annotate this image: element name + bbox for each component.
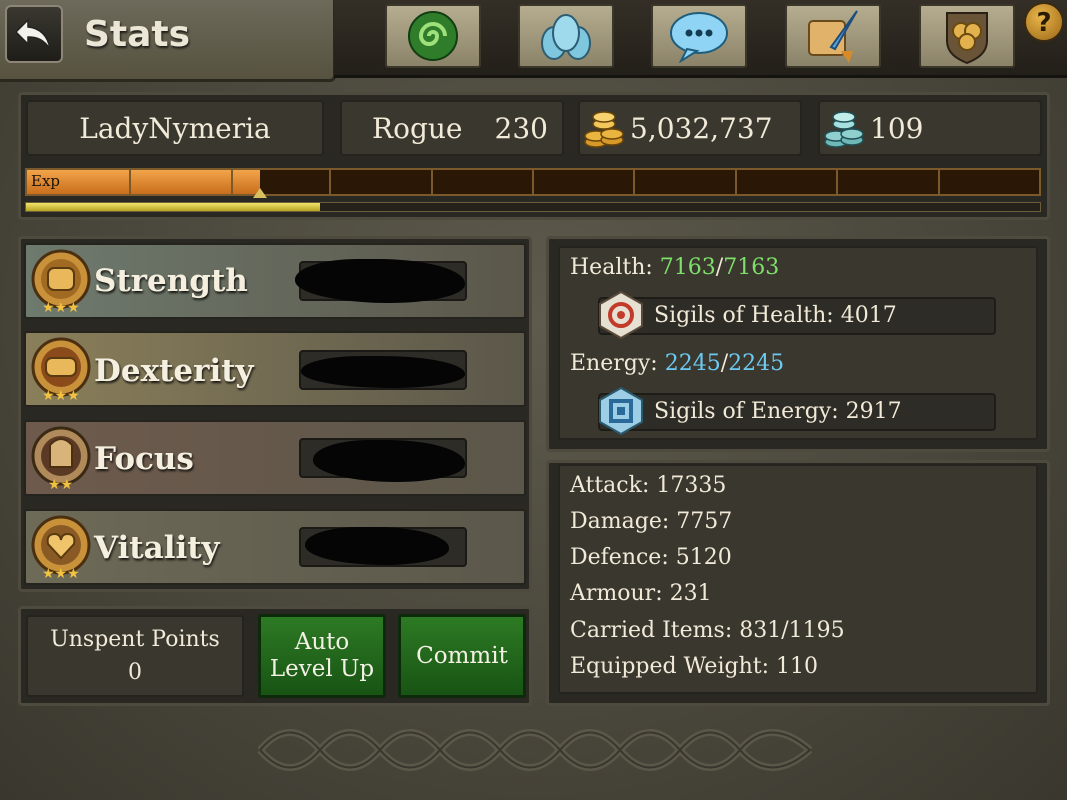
tab-quests[interactable]	[785, 4, 881, 68]
help-button[interactable]: ?	[1024, 2, 1064, 42]
tab-guild[interactable]	[518, 4, 614, 68]
exp-divider	[231, 170, 233, 194]
sigil-of-health-icon	[596, 290, 646, 340]
character-name: LadyNymeria	[79, 111, 271, 145]
energy-max: 2245	[728, 351, 785, 376]
tab-chat[interactable]	[651, 4, 747, 68]
character-name-box: LadyNymeria	[26, 100, 324, 156]
stat-defence: Defence: 5120	[570, 545, 732, 570]
question-mark-icon: ?	[1036, 8, 1052, 38]
health-label: Health:	[570, 255, 653, 280]
strength-fist-icon: ★★★	[26, 246, 96, 316]
platinum-coins-icon	[824, 111, 864, 148]
tab-swirl[interactable]	[385, 4, 481, 68]
gold-coins-icon	[584, 111, 624, 148]
commit-button[interactable]: Commit	[398, 614, 526, 698]
unspent-points-box: Unspent Points 0	[26, 615, 244, 697]
back-button[interactable]	[5, 5, 63, 63]
exp-divider	[129, 170, 131, 194]
character-class: Rogue	[372, 111, 463, 145]
sigils-of-energy-text: Sigils of Energy: 2917	[654, 399, 902, 424]
attribute-value-vitality	[299, 527, 467, 567]
exp-label: Exp	[31, 172, 61, 190]
unspent-points-value: 0	[128, 660, 142, 685]
dexterity-fist-icon: ★★★	[26, 334, 96, 404]
celtic-knot-decoration	[257, 729, 813, 771]
vitality-heart-icon: ★★★	[26, 512, 96, 582]
unspent-points-label: Unspent Points	[50, 627, 220, 652]
platinum-box: 109	[818, 100, 1042, 156]
attribute-label-dexterity: Dexterity	[94, 353, 254, 389]
stat-carried-items: Carried Items: 831/1195	[570, 618, 845, 643]
attribute-value-dexterity	[299, 350, 467, 390]
swirl-icon	[408, 11, 458, 61]
gold-box: 5,032,737	[578, 100, 802, 156]
exp-bar-fill	[27, 170, 260, 194]
auto-level-up-line1: Auto	[294, 629, 350, 655]
health-current: 7163	[659, 255, 716, 280]
redaction-mark	[305, 527, 449, 565]
attribute-label-focus: Focus	[94, 441, 194, 477]
class-level-box: Rogue 230	[340, 100, 564, 156]
attribute-value-strength	[295, 259, 467, 303]
auto-level-up-button[interactable]: Auto Level Up	[258, 614, 386, 698]
character-level: 230	[494, 111, 548, 145]
svg-text:★★★: ★★★	[42, 566, 80, 582]
redaction-mark	[313, 440, 465, 482]
energy-line: Energy: 2245/2245	[570, 351, 785, 376]
exp-marker-icon	[253, 188, 267, 198]
secondary-progress-fill	[26, 203, 320, 211]
svg-text:★★★: ★★★	[42, 300, 80, 316]
page-title: Stats	[84, 14, 191, 55]
commit-label: Commit	[416, 642, 508, 669]
sigil-of-energy-icon	[596, 386, 646, 436]
auto-level-up-line2: Level Up	[269, 656, 375, 682]
scroll-quill-icon	[808, 10, 858, 63]
platinum-amount: 109	[870, 111, 924, 145]
tab-guild-shield[interactable]	[919, 4, 1015, 68]
redaction-mark	[295, 259, 465, 303]
chat-bubble-icon	[670, 12, 728, 63]
stat-damage: Damage: 7757	[570, 509, 733, 534]
focus-helmet-icon: ★★	[26, 423, 96, 493]
stat-armour: Armour: 231	[570, 581, 712, 606]
attribute-label-strength: Strength	[94, 263, 248, 299]
attribute-label-vitality: Vitality	[94, 530, 220, 566]
health-line: Health: 7163/7163	[570, 255, 780, 280]
stat-equipped-weight: Equipped Weight: 110	[570, 654, 818, 679]
energy-label: Energy:	[570, 351, 658, 376]
redaction-mark	[301, 356, 465, 388]
stat-attack: Attack: 17335	[570, 473, 727, 498]
svg-text:★★★: ★★★	[42, 388, 80, 404]
health-max: 7163	[723, 255, 780, 280]
shield-emblem-icon	[946, 12, 988, 65]
back-arrow-icon	[14, 18, 51, 50]
sigils-of-health-text: Sigils of Health: 4017	[654, 303, 897, 328]
svg-text:★★: ★★	[48, 477, 73, 493]
energy-current: 2245	[664, 351, 721, 376]
attribute-value-focus	[299, 438, 467, 482]
guild-statues-icon	[541, 14, 591, 60]
gold-amount: 5,032,737	[630, 111, 773, 145]
